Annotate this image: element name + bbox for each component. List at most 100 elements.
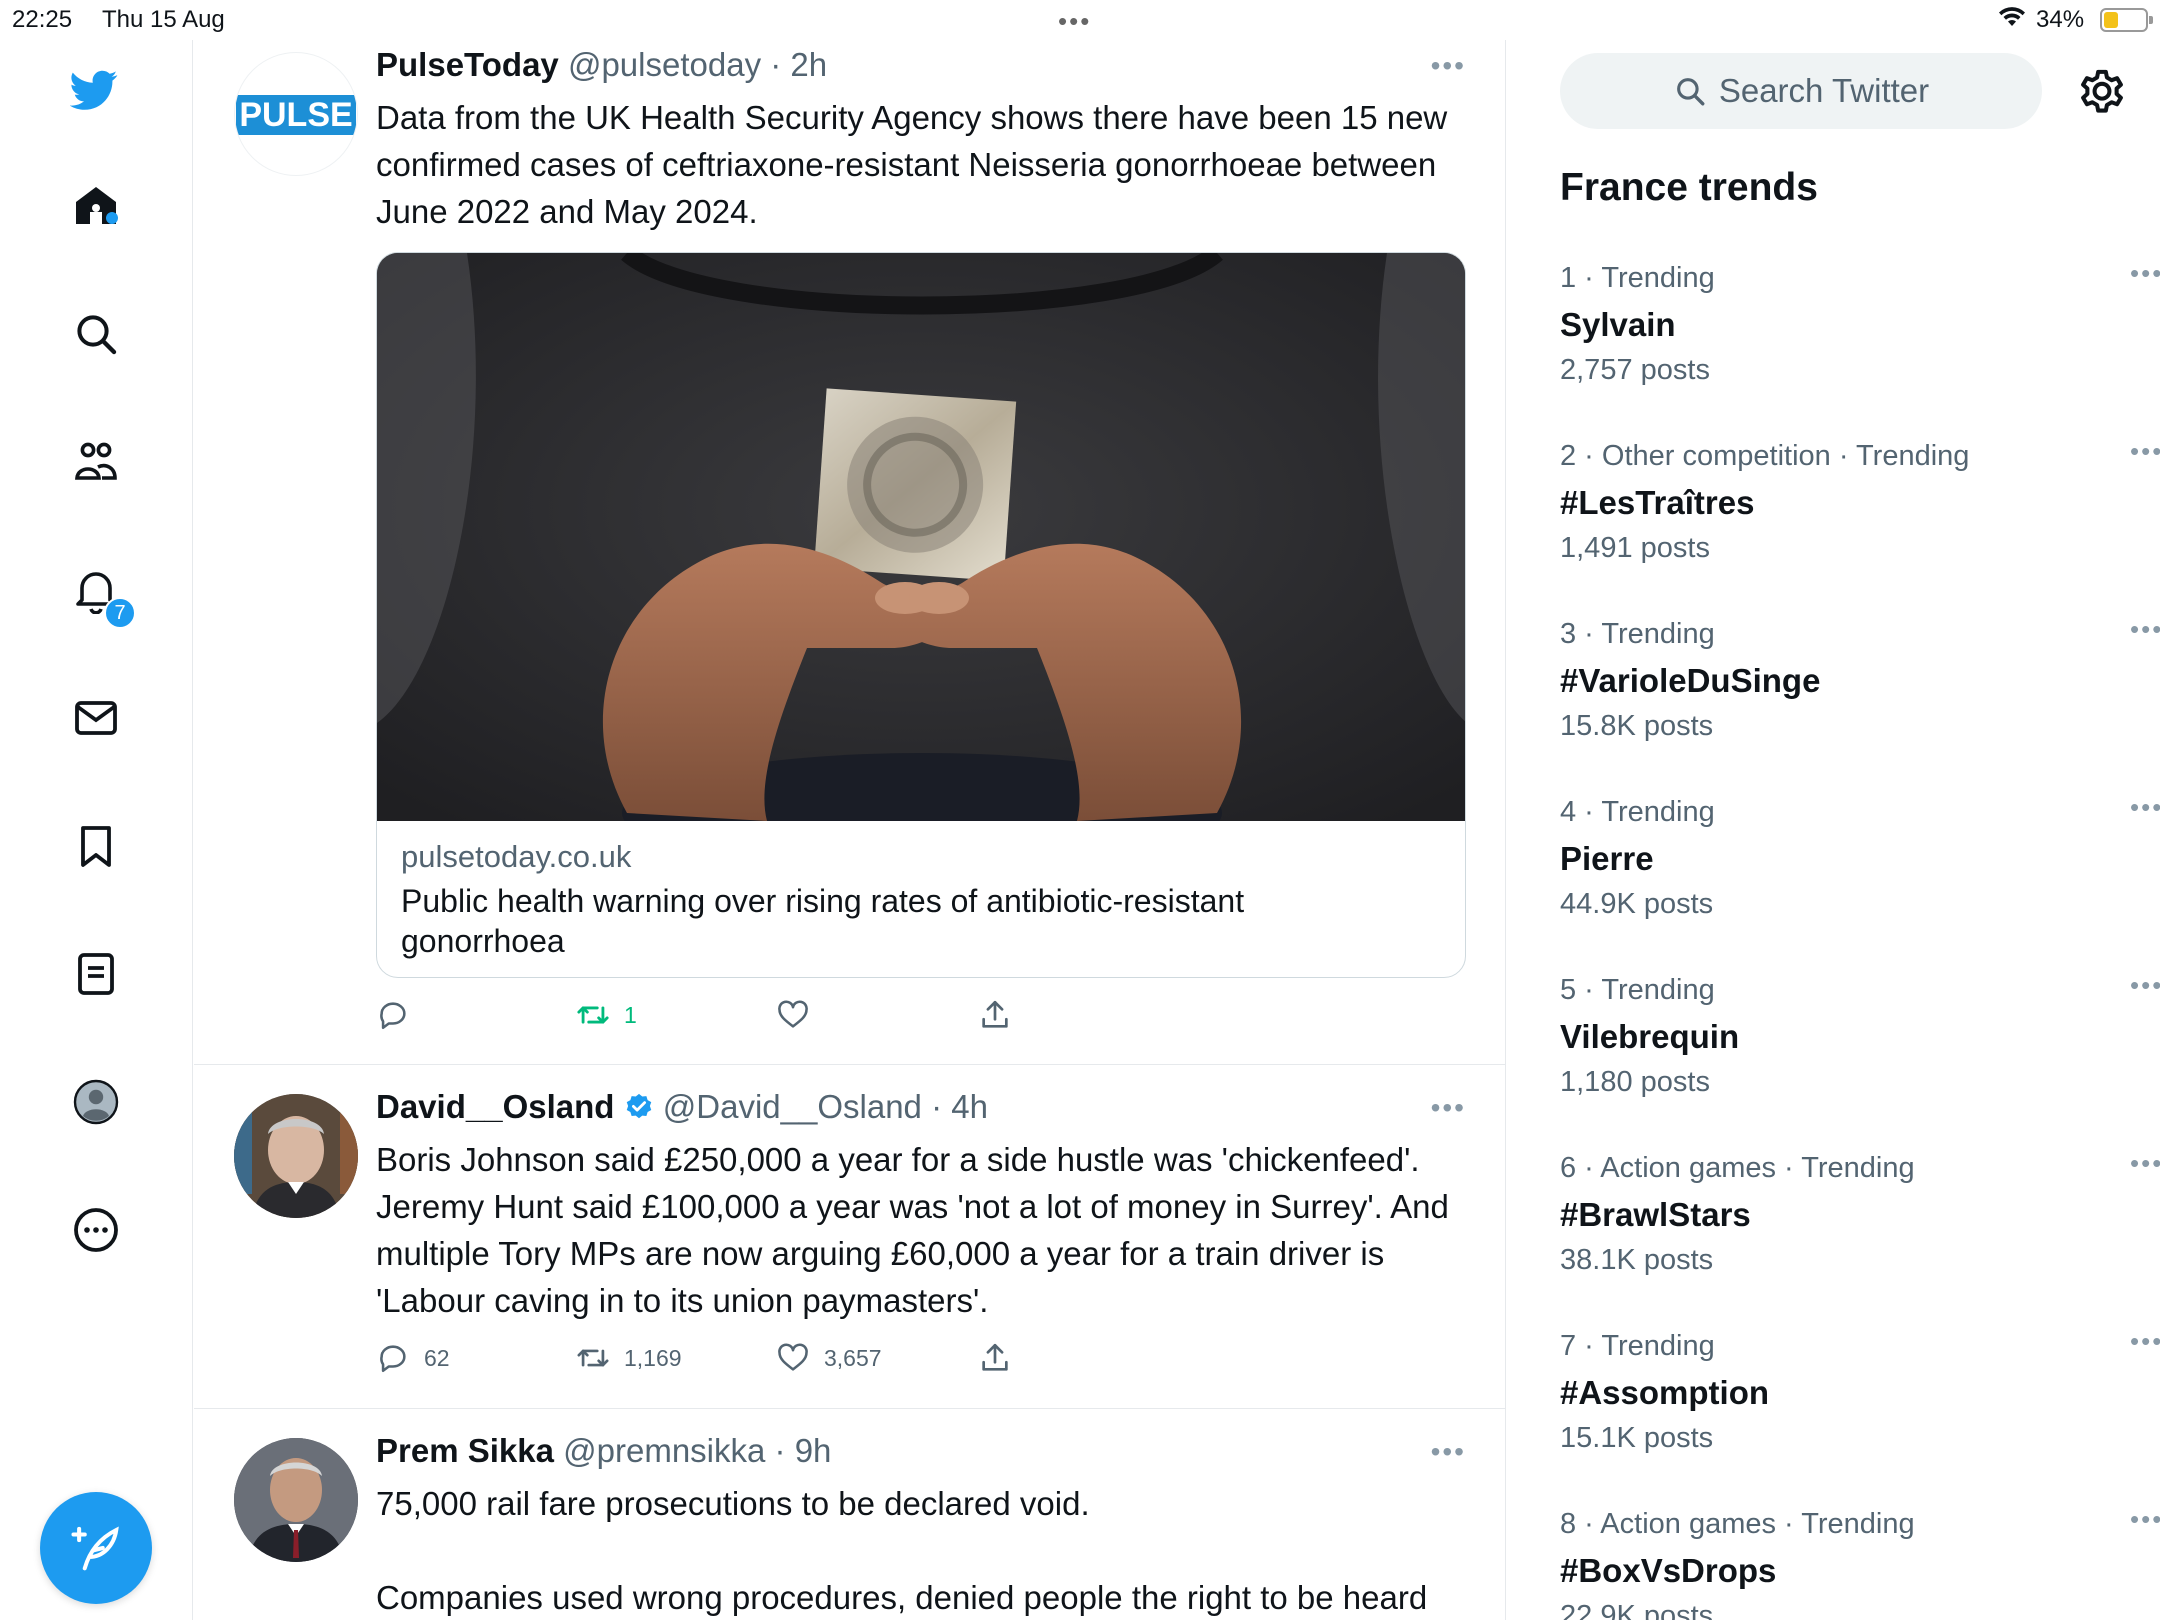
trend-more-icon[interactable]: ••• (2130, 1326, 2160, 1357)
reply-button[interactable] (376, 995, 424, 1035)
left-navigation: 7 (0, 40, 193, 1620)
timeline-feed: PULSE PulseToday @pulsetoday · 2h ••• Da… (194, 40, 1506, 1620)
reply-icon (380, 1002, 406, 1030)
trend-more-icon[interactable]: ••• (2130, 1504, 2160, 1535)
retweet-icon (577, 1006, 609, 1024)
trend-title: #BoxVsDrops (1560, 1552, 1777, 1589)
reply-icon (380, 1345, 406, 1373)
tweet-actions: 1 (376, 995, 1476, 1035)
tweet-time[interactable]: · 2h (770, 46, 827, 83)
retweet-icon (577, 1349, 609, 1367)
author-handle[interactable]: @David__Osland (663, 1088, 922, 1125)
trend-posts: 22.9K posts (1560, 1600, 1714, 1620)
communities-icon[interactable] (70, 436, 122, 488)
search-icon[interactable] (70, 308, 122, 360)
tweet-more-icon[interactable]: ••• (1431, 50, 1466, 82)
trend-posts: 15.1K posts (1560, 1422, 1714, 1454)
pulse-logo: PULSE (236, 95, 356, 135)
trend-more-icon[interactable]: ••• (2130, 436, 2160, 467)
avatar[interactable]: PULSE (234, 52, 358, 176)
search-placeholder: Search Twitter (1718, 72, 1930, 109)
trend-more-icon[interactable]: ••• (2130, 970, 2160, 1001)
retweet-count: 1,169 (624, 1344, 682, 1371)
reply-count: 62 (424, 1344, 450, 1371)
trend-more-icon[interactable]: ••• (2130, 1148, 2160, 1179)
trend-item[interactable]: 4 · Trending Pierre 44.9K posts ••• (1560, 792, 2160, 966)
trend-posts: 1,491 posts (1560, 532, 1710, 564)
trend-item[interactable]: 7 · Trending #Assomption 15.1K posts ••• (1560, 1326, 2160, 1500)
notifications-count-badge: 7 (104, 597, 136, 629)
trend-posts: 44.9K posts (1560, 888, 1714, 920)
tweet-more-icon[interactable]: ••• (1431, 1436, 1466, 1468)
like-count: 3,657 (824, 1344, 882, 1371)
tweet[interactable]: Prem Sikka @premnsikka · 9h ••• 75,000 r… (194, 1410, 1505, 1620)
tweet[interactable]: David__Osland @David__Osland · 4h ••• Bo… (194, 1066, 1505, 1409)
share-icon (982, 1000, 1008, 1028)
share-icon (982, 1343, 1008, 1371)
trend-meta: 7 · Trending (1560, 1330, 1715, 1362)
trend-title: Vilebrequin (1560, 1018, 1740, 1055)
like-button[interactable] (776, 995, 824, 1035)
home-icon[interactable] (70, 180, 122, 232)
share-button[interactable] (978, 1338, 1012, 1378)
profile-avatar-icon[interactable] (70, 1076, 122, 1128)
home-new-dot (106, 212, 118, 224)
tweet-text-line-1: 75,000 rail fare prosecutions to be decl… (376, 1485, 1090, 1522)
trend-more-icon[interactable]: ••• (2130, 258, 2160, 289)
retweet-button[interactable]: 1 (576, 995, 637, 1035)
status-time: 22:25 (12, 6, 73, 33)
trend-meta: 5 · Trending (1560, 974, 1715, 1006)
tweet-header: PulseToday @pulsetoday · 2h (376, 46, 827, 84)
trend-item[interactable]: 2 · Other competition · Trending #LesTra… (1560, 436, 2160, 610)
lists-icon[interactable] (70, 948, 122, 1000)
trend-item[interactable]: 8 · Action games · Trending #BoxVsDrops … (1560, 1504, 2160, 1620)
settings-gear-icon[interactable] (2075, 64, 2129, 118)
trend-meta: 2 · Other competition · Trending (1560, 440, 1970, 472)
tweet-more-icon[interactable]: ••• (1431, 1092, 1466, 1124)
retweet-count: 1 (624, 1001, 637, 1028)
trend-item[interactable]: 1 · Trending Sylvain 2,757 posts ••• (1560, 258, 2160, 432)
tweet-time[interactable]: · 4h (931, 1088, 988, 1125)
share-button[interactable] (978, 995, 1012, 1035)
link-card[interactable]: pulsetoday.co.uk Public health warning o… (376, 252, 1466, 978)
multitasking-dots-icon[interactable]: ••• (1058, 6, 1091, 37)
status-bar: 22:25 Thu 15 Aug ••• 34% (0, 0, 2160, 40)
more-options-icon[interactable] (70, 1204, 122, 1256)
compose-tweet-button[interactable] (40, 1492, 152, 1604)
trend-item[interactable]: 6 · Action games · Trending #BrawlStars … (1560, 1148, 2160, 1322)
trend-item[interactable]: 5 · Trending Vilebrequin 1,180 posts ••• (1560, 970, 2160, 1144)
author-name[interactable]: PulseToday (376, 46, 559, 83)
trend-more-icon[interactable]: ••• (2130, 792, 2160, 823)
battery-icon (2100, 8, 2153, 32)
trend-item[interactable]: 3 · Trending #VarioleDuSinge 15.8K posts… (1560, 614, 2160, 788)
author-name[interactable]: Prem Sikka (376, 1432, 554, 1469)
author-handle[interactable]: @premnsikka (563, 1432, 765, 1469)
tweet[interactable]: PULSE PulseToday @pulsetoday · 2h ••• Da… (194, 40, 1505, 1065)
retweet-button[interactable]: 1,169 (576, 1338, 682, 1378)
tweet-text: Data from the UK Health Security Agency … (376, 99, 1448, 230)
twitter-logo-icon[interactable] (68, 64, 120, 116)
card-domain: pulsetoday.co.uk (401, 839, 632, 874)
card-title: Public health warning over rising rates … (401, 883, 1245, 959)
trend-posts: 38.1K posts (1560, 1244, 1714, 1276)
avatar[interactable] (234, 1438, 358, 1562)
right-sidebar: Search Twitter France trends 1 · Trendin… (1507, 40, 2160, 1620)
heart-icon (778, 1343, 808, 1371)
author-handle[interactable]: @pulsetoday (568, 46, 761, 83)
trend-posts: 15.8K posts (1560, 710, 1714, 742)
search-input[interactable]: Search Twitter (1560, 53, 2042, 129)
avatar[interactable] (234, 1094, 358, 1218)
reply-button[interactable]: 62 (376, 1338, 450, 1378)
trend-title: #VarioleDuSinge (1560, 662, 1821, 699)
battery-percent: 34% (2036, 6, 2085, 33)
author-name[interactable]: David__Osland (376, 1088, 614, 1125)
tweet-time[interactable]: · 9h (775, 1432, 832, 1469)
like-button[interactable]: 3,657 (776, 1338, 882, 1378)
tweet-text-line-2: Companies used wrong procedures, denied … (376, 1579, 1428, 1616)
messages-envelope-icon[interactable] (70, 692, 122, 744)
bookmarks-icon[interactable] (70, 820, 122, 872)
wifi-icon (1998, 6, 2026, 35)
tweet-header: Prem Sikka @premnsikka · 9h (376, 1432, 831, 1470)
trend-more-icon[interactable]: ••• (2130, 614, 2160, 645)
trend-title: #LesTraîtres (1560, 484, 1755, 521)
